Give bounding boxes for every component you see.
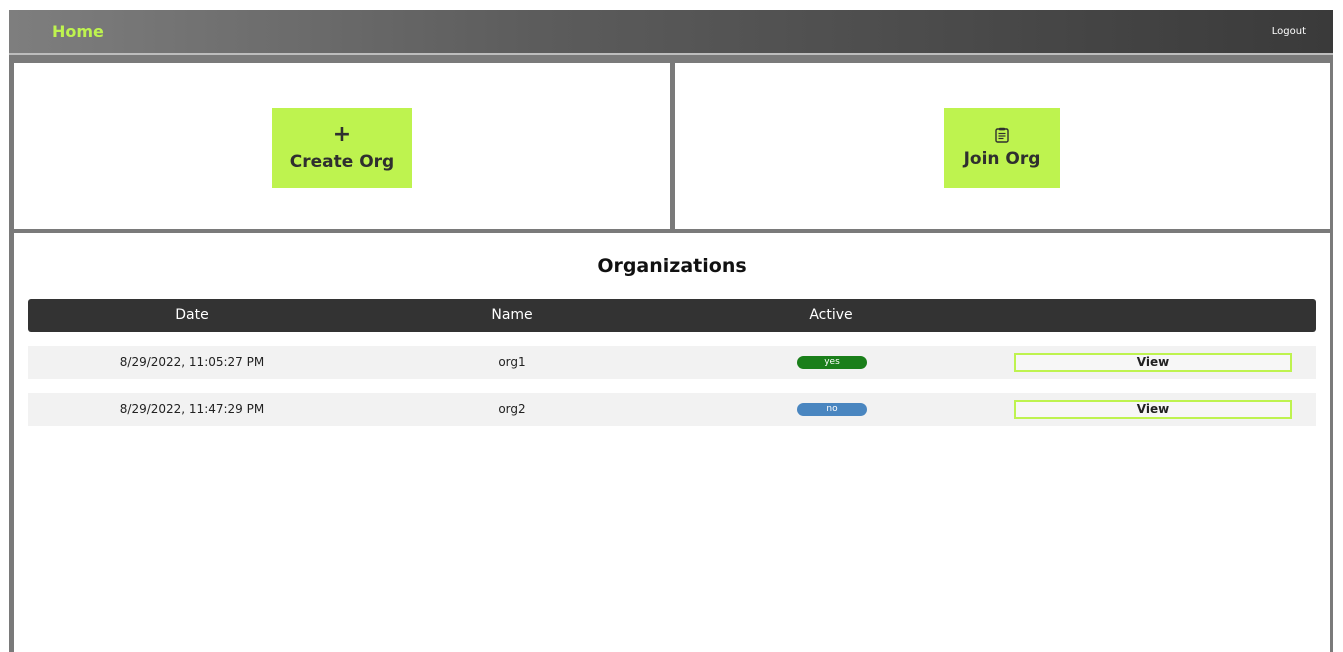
join-org-button[interactable]: Join Org xyxy=(944,108,1060,188)
logout-link[interactable]: Logout xyxy=(1272,26,1306,37)
clipboard-list-icon xyxy=(995,127,1009,143)
create-org-panel: + Create Org xyxy=(14,63,670,229)
column-header-active: Active xyxy=(809,307,853,323)
row-name: org2 xyxy=(498,402,526,416)
home-link[interactable]: Home xyxy=(52,22,104,41)
top-navbar: Home Logout xyxy=(9,10,1333,55)
active-badge-no: no xyxy=(797,403,867,416)
table-row: 8/29/2022, 11:47:29 PM org2 no View xyxy=(28,393,1316,426)
column-header-date: Date xyxy=(175,307,209,323)
view-button[interactable]: View xyxy=(1014,400,1292,419)
create-org-label: Create Org xyxy=(289,152,395,172)
join-org-panel: Join Org xyxy=(675,63,1330,229)
row-date: 8/29/2022, 11:05:27 PM xyxy=(119,355,265,369)
plus-icon: + xyxy=(332,122,352,147)
row-date: 8/29/2022, 11:47:29 PM xyxy=(119,402,265,416)
organizations-title: Organizations xyxy=(597,255,747,277)
organizations-panel: Organizations Date Name Active 8/29/2022… xyxy=(14,233,1330,652)
table-row: 8/29/2022, 11:05:27 PM org1 yes View xyxy=(28,346,1316,379)
column-header-name: Name xyxy=(491,307,533,323)
row-name: org1 xyxy=(498,355,526,369)
table-header: Date Name Active xyxy=(28,299,1316,332)
view-button[interactable]: View xyxy=(1014,353,1292,372)
active-badge-yes: yes xyxy=(797,356,867,369)
join-org-label: Join Org xyxy=(963,149,1041,169)
create-org-button[interactable]: + Create Org xyxy=(272,108,412,188)
